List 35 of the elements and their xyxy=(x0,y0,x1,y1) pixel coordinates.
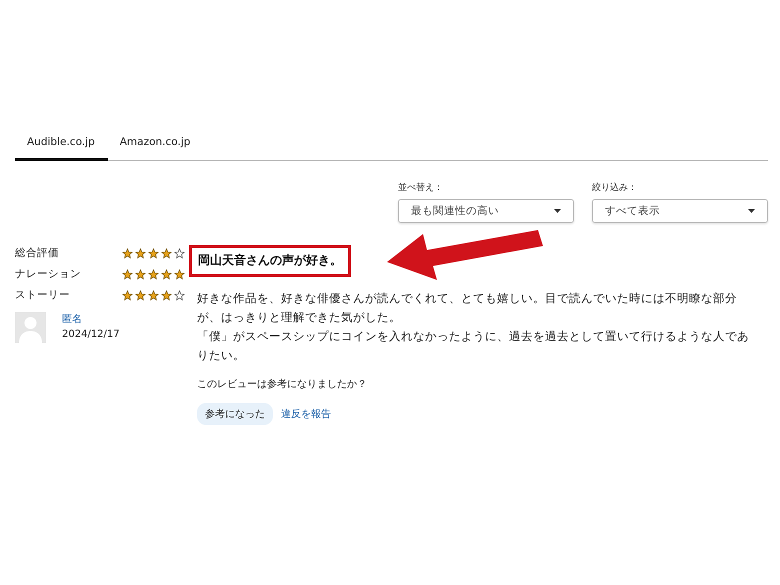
filled-star-icon xyxy=(174,268,185,280)
review-title: 岡山天音さんの声が好き。 xyxy=(189,245,351,277)
caret-icon xyxy=(748,209,755,213)
reviewer-name[interactable]: 匿名 xyxy=(62,312,120,326)
filled-star-icon xyxy=(122,248,133,258)
dropdown[interactable]: 最も関連性の高い xyxy=(398,199,574,223)
filled-star-icon xyxy=(122,268,133,280)
filled-star-icon xyxy=(135,248,146,258)
filled-star-icon xyxy=(161,268,172,280)
filled-star-icon xyxy=(148,290,159,300)
filled-star-icon xyxy=(161,248,172,258)
empty-star-icon xyxy=(174,290,185,300)
filter-label: 絞り込み： xyxy=(592,182,638,194)
rating-label: ナレーション xyxy=(15,267,81,281)
helpful-question: このレビューは参考になりましたか？ xyxy=(197,378,367,391)
filter-label: 並べ替え： xyxy=(398,182,444,194)
report-link[interactable]: 違反を報告 xyxy=(281,407,331,421)
caret-icon xyxy=(554,209,561,213)
filled-star-icon xyxy=(161,290,172,300)
filled-star-icon xyxy=(135,268,146,280)
helpful-button[interactable]: 参考になった xyxy=(197,403,273,425)
rating-label: 総合評価 xyxy=(15,246,59,260)
rating-label: ストーリー xyxy=(15,288,70,302)
filled-star-icon xyxy=(148,248,159,258)
tab[interactable]: Audible.co.jp xyxy=(15,128,108,161)
review-text: 好きな作品を、好きな俳優さんが読んでくれて、とても嬉しい。目で読んでいた時には不明瞭な部分が、はっきりと理解できた気がした。 xyxy=(197,290,738,326)
review-text: 「僕」がスペースシップにコインを入れなかったように、過去を過去として置いて行けるような人でありたい。 xyxy=(197,328,750,364)
review-date: 2024/12/17 xyxy=(62,329,120,340)
dropdown[interactable]: すべて表示 xyxy=(592,199,768,223)
empty-star-icon xyxy=(174,248,185,258)
avatar-icon xyxy=(15,312,46,343)
filled-star-icon xyxy=(122,290,133,300)
tab[interactable]: Amazon.co.jp xyxy=(108,128,204,161)
filled-star-icon xyxy=(148,268,159,280)
filled-star-icon xyxy=(135,290,146,300)
